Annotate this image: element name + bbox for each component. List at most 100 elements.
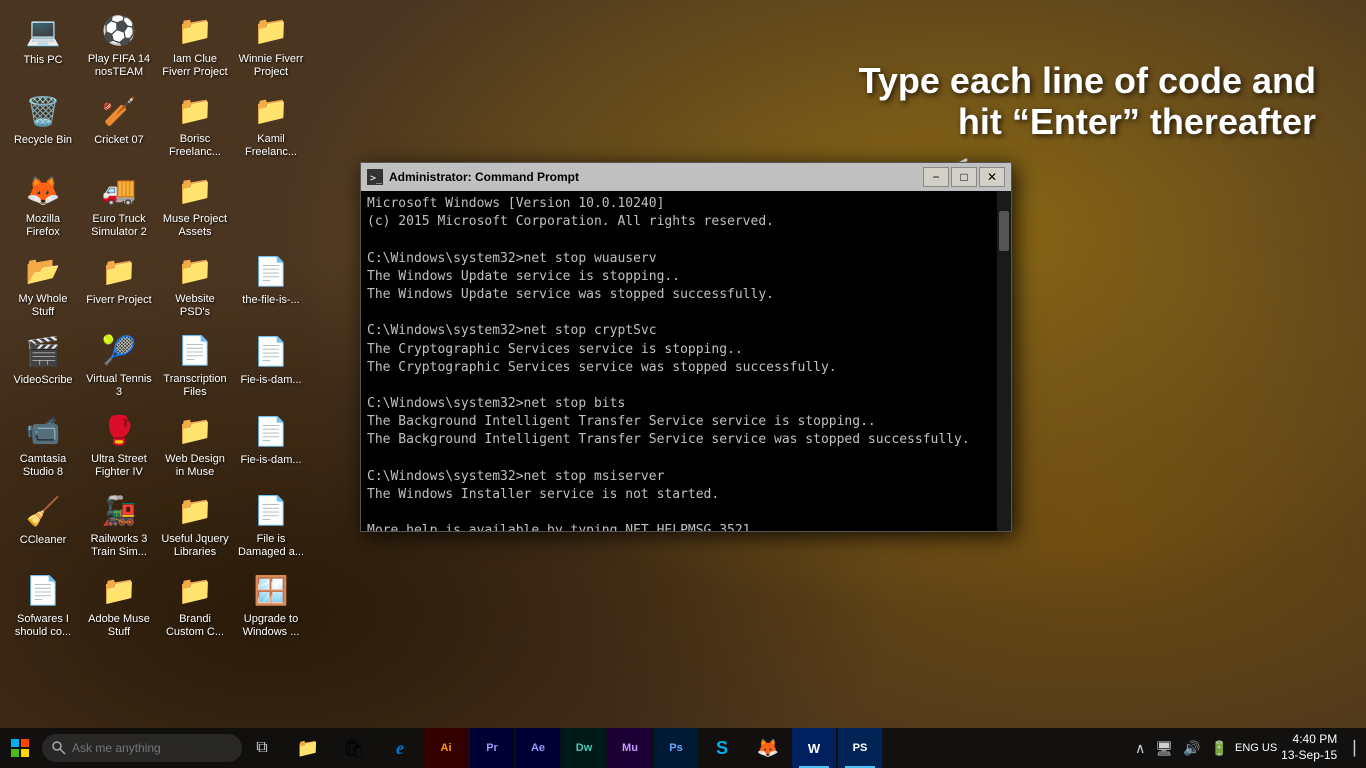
desktop-icon-mozilla[interactable]: 🦊 Mozilla Firefox [5,165,81,245]
desktop-icon-iam-clue[interactable]: 📁 Iam Clue Fiverr Project [157,5,233,85]
icon-img-file-damaged: 📄 [251,491,291,530]
taskbar-app-skype[interactable]: S [700,728,744,768]
desktop-icon-fie-is-dam2[interactable]: 📄 Fie-is-dam... [233,405,309,485]
icon-img-recycle-bin: 🗑️ [23,91,63,131]
start-button[interactable] [0,728,40,768]
desktop-icon-transcription[interactable]: 📄 Transcription Files [157,325,233,405]
systray-battery[interactable]: 🔋 [1208,740,1231,757]
desktop-icon-useful-jquery[interactable]: 📁 Useful Jquery Libraries [157,485,233,565]
taskbar-app-edge[interactable]: e [378,728,422,768]
desktop-icon-my-whole[interactable]: 📂 My Whole Stuff [5,245,81,325]
icon-label-kamil: Kamil Freelanc... [237,133,305,159]
cmd-minimize-button[interactable]: − [923,167,949,187]
desktop-icon-adobe-muse[interactable]: 📁 Adobe Muse Stuff [81,565,157,645]
desktop-icon-euro-truck[interactable]: 🚚 Euro Truck Simulator 2 [81,165,157,245]
cmd-window-controls[interactable]: − □ ✕ [923,167,1005,187]
taskbar-app-muse[interactable]: Mu [608,728,652,768]
icon-label-transcription: Transcription Files [161,373,229,399]
taskbar-apps: 📁 🛍 e Ai Pr Ae Dw Mu Ps S 🦊 W PS [286,728,882,768]
icon-img-fie-is-dam1: 📄 [251,331,291,371]
desktop-icon-kamil[interactable]: 📁 Kamil Freelanc... [233,85,309,165]
search-input[interactable] [72,741,222,755]
desktop-icon-fiverr-project[interactable]: 📁 Fiverr Project [81,245,157,325]
icon-label-virtual-tennis: Virtual Tennis 3 [85,373,153,399]
systray-speaker[interactable]: 🔊 [1180,740,1203,757]
desktop-icon-the-file[interactable]: 📄 the-file-is-... [233,245,309,325]
desktop-icon-borisc[interactable]: 📁 Borisc Freelanc... [157,85,233,165]
desktop-icon-softwares[interactable]: 📄 Sofwares I should co... [5,565,81,645]
icon-img-transcription: 📄 [175,331,215,370]
desktop-icon-website-psd[interactable]: 📁 Website PSD's [157,245,233,325]
icon-img-cricket-07: 🏏 [99,91,139,131]
desktop-icon-muse-project[interactable]: 📁 Muse Project Assets [157,165,233,245]
taskbar-app-premiere[interactable]: Pr [470,728,514,768]
taskbar-clock[interactable]: 4:40 PM 13-Sep-15 [1281,732,1337,763]
desktop-icon-winnie-fiverr[interactable]: 📁 Winnie Fiverr Project [233,5,309,85]
taskbar-app-store[interactable]: 🛍 [332,728,376,768]
icon-img-play-fifa: ⚽ [99,11,139,50]
systray-chevron[interactable]: ∧ [1132,740,1148,757]
desktop-icon-web-design[interactable]: 📁 Web Design in Muse [157,405,233,485]
cmd-title: Administrator: Command Prompt [389,170,917,184]
taskbar-right: ∧ 🖥 🔊 🔋 ENG US 4:40 PM 13-Sep-15 ▕ [1132,732,1366,763]
desktop-icon-brandi[interactable]: 📁 Brandi Custom C... [157,565,233,645]
desktop-icon-ultra-street[interactable]: 🥊 Ultra Street Fighter IV [81,405,157,485]
icon-label-fie-is-dam2: Fie-is-dam... [240,454,301,467]
desktop-icon-videoscribe[interactable]: 🎬 VideoScribe [5,325,81,405]
icon-label-borisc: Borisc Freelanc... [161,133,229,159]
icon-label-my-whole: My Whole Stuff [9,293,77,319]
taskbar-app-firefox[interactable]: 🦊 [746,728,790,768]
icon-img-upgrade-win: 🪟 [251,571,291,610]
cmd-maximize-button[interactable]: □ [951,167,977,187]
taskbar-language[interactable]: ENG US [1235,741,1277,755]
icon-img-fiverr-project: 📁 [99,251,139,291]
icon-img-virtual-tennis: 🎾 [99,331,139,370]
desktop-icon-camtasia[interactable]: 📹 Camtasia Studio 8 [5,405,81,485]
icon-img-my-whole: 📂 [23,251,63,290]
taskbar-app-photoshop[interactable]: Ps [654,728,698,768]
icon-label-the-file: the-file-is-... [242,294,299,307]
icon-img-railworks3: 🚂 [99,491,139,530]
cmd-close-button[interactable]: ✕ [979,167,1005,187]
icon-img-winnie-fiverr: 📁 [251,11,291,50]
taskbar-app-dreamweaver[interactable]: Dw [562,728,606,768]
scroll-thumb[interactable] [999,211,1009,251]
taskbar-app-illustrator[interactable]: Ai [424,728,468,768]
taskbar-app-explorer[interactable]: 📁 [286,728,330,768]
desktop-icon-railworks3[interactable]: 🚂 Railworks 3 Train Sim... [81,485,157,565]
desktop-icon-play-fifa[interactable]: ⚽ Play FIFA 14 nosTEAM [81,5,157,85]
icon-label-upgrade-win: Upgrade to Windows ... [237,613,305,639]
icon-label-ultra-street: Ultra Street Fighter IV [85,453,153,479]
icon-label-useful-jquery: Useful Jquery Libraries [161,533,229,559]
cmd-window[interactable]: >_ Administrator: Command Prompt − □ ✕ M… [360,162,1012,532]
desktop-icon-virtual-tennis[interactable]: 🎾 Virtual Tennis 3 [81,325,157,405]
taskbar-app-powershell[interactable]: PS [838,728,882,768]
desktop-icon-this-pc[interactable]: 💻 This PC [5,5,81,85]
taskbar-search[interactable] [42,734,242,762]
icon-img-videoscribe: 🎬 [23,331,63,371]
taskbar-app-word[interactable]: W [792,728,836,768]
icon-label-camtasia: Camtasia Studio 8 [9,453,77,479]
icon-label-railworks3: Railworks 3 Train Sim... [85,533,153,559]
desktop-icon-ccleaner[interactable]: 🧹 CCleaner [5,485,81,565]
icon-label-cricket-07: Cricket 07 [94,134,144,147]
task-view-button[interactable]: ⧉ [244,728,280,768]
cmd-scrollbar[interactable] [997,191,1011,531]
icon-label-play-fifa: Play FIFA 14 nosTEAM [85,53,153,79]
desktop-icon-cricket-07[interactable]: 🏏 Cricket 07 [81,85,157,165]
icon-label-videoscribe: VideoScribe [13,374,72,387]
icon-label-brandi: Brandi Custom C... [161,613,229,639]
taskbar-app-after-effects[interactable]: Ae [516,728,560,768]
icon-img-euro-truck: 🚚 [99,171,139,210]
icon-label-fiverr-project: Fiverr Project [86,294,151,307]
show-desktop-button[interactable]: ▕ [1341,740,1358,757]
icon-label-euro-truck: Euro Truck Simulator 2 [85,213,153,239]
desktop-icon-recycle-bin[interactable]: 🗑️ Recycle Bin [5,85,81,165]
icon-img-web-design: 📁 [175,411,215,450]
taskbar[interactable]: ⧉ 📁 🛍 e Ai Pr Ae Dw Mu Ps S 🦊 W PS ∧ 🖥 🔊… [0,728,1366,768]
systray-network[interactable]: 🖥 [1152,740,1176,757]
desktop-icon-upgrade-win[interactable]: 🪟 Upgrade to Windows ... [233,565,309,645]
icon-img-website-psd: 📁 [175,251,215,290]
desktop-icon-file-damaged[interactable]: 📄 File is Damaged a... [233,485,309,565]
desktop-icon-fie-is-dam1[interactable]: 📄 Fie-is-dam... [233,325,309,405]
